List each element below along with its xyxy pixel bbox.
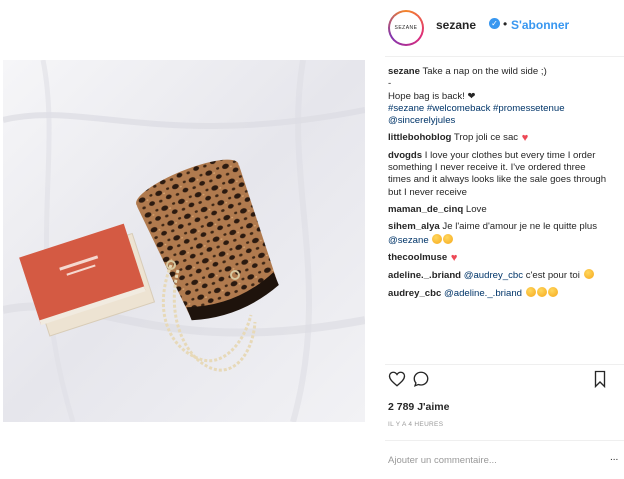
heart-emoji-icon: ♥ [521, 132, 529, 145]
verified-badge-icon: ✓ [489, 18, 500, 29]
account-username[interactable]: sezane [436, 18, 476, 32]
caption-username[interactable]: sezane [388, 66, 420, 77]
post-header: SEZANE sezane ✓ • S'abonner [385, 6, 624, 48]
comment-item: adeline._.briand @audrey_cbc c'est pour … [388, 269, 608, 282]
avatar[interactable]: SEZANE [388, 10, 424, 46]
comment-username[interactable]: littlebohoblog [388, 132, 451, 143]
heart-eyes-emoji-icon [583, 269, 594, 280]
caption-line2: - [388, 78, 392, 90]
caption-hashtags[interactable]: #sezane #welcomeback #promessetenue [388, 103, 565, 114]
like-count[interactable]: 2 789 J'aime [388, 401, 449, 413]
comment-username[interactable]: adeline._.briand [388, 270, 461, 281]
heart-eyes-emoji-icon [432, 233, 443, 244]
comment-item: dvogds I love your clothes but every tim… [388, 150, 608, 199]
comment-text: c'est pour toi [525, 270, 580, 282]
heart-outline-icon[interactable] [387, 369, 407, 389]
post-timestamp: IL Y A 4 HEURES [388, 421, 444, 428]
comment-mention[interactable]: @audrey_cbc [464, 270, 523, 281]
comment-divider [385, 440, 624, 441]
comment-item: sihem_alya Je l'aime d'amour je ne le qu… [388, 221, 608, 247]
comment-text: Je l'aime d'amour je ne le quitte plus [442, 221, 598, 233]
post-side-panel: SEZANE sezane ✓ • S'abonner sezane Take … [385, 0, 624, 479]
comment-text: Trop joli ce sac [453, 132, 519, 144]
comment-mention[interactable]: @sezane [388, 235, 429, 246]
caption-text: Take a nap on the wild side ;) [422, 66, 547, 77]
comment-bubble-icon[interactable] [411, 369, 431, 389]
comment-mention[interactable]: @adeline._.briand [444, 288, 522, 299]
comment-item: thecoolmuse ♥ [388, 252, 608, 264]
comment-username[interactable]: maman_de_cinq [388, 204, 463, 215]
bookmark-icon[interactable] [590, 369, 610, 389]
comment-username[interactable]: dvogds [388, 150, 422, 161]
avatar-logo: SEZANE [390, 12, 422, 44]
heart-eyes-emoji-icon [525, 287, 536, 298]
comment-item: audrey_cbc @adeline._.briand [388, 287, 608, 300]
comment-item: littlebohoblog Trop joli ce sac ♥ [388, 132, 608, 144]
caption: sezane Take a nap on the wild side ;) - … [388, 66, 608, 127]
leopard-bag-photo [3, 60, 365, 422]
comment-username[interactable]: audrey_cbc [388, 288, 441, 299]
heart-eyes-emoji-icon [547, 287, 558, 298]
caption-mention[interactable]: @sincerelyjules [388, 115, 455, 126]
comments-list: sezane Take a nap on the wild side ;) - … [388, 66, 608, 306]
separator-dot: • [503, 17, 508, 31]
comment-text: Love [465, 203, 487, 215]
comment-username[interactable]: thecoolmuse [388, 252, 447, 263]
caption-line3: Hope bag is back! ❤ [388, 90, 476, 102]
comment-item: maman_de_cinq Love [388, 204, 608, 216]
blush-emoji-icon [443, 233, 454, 244]
follow-button[interactable]: S'abonner [511, 18, 569, 32]
more-options-button[interactable]: ... [610, 452, 618, 463]
add-comment-input[interactable]: Ajouter un commentaire... [388, 455, 497, 466]
post-photo[interactable] [3, 60, 365, 422]
action-bar [385, 369, 624, 393]
comment-username[interactable]: sihem_alya [388, 221, 440, 232]
header-divider [385, 56, 624, 57]
heart-emoji-icon: ♥ [450, 251, 458, 264]
heart-eyes-emoji-icon [536, 287, 547, 298]
actions-divider [385, 364, 624, 365]
